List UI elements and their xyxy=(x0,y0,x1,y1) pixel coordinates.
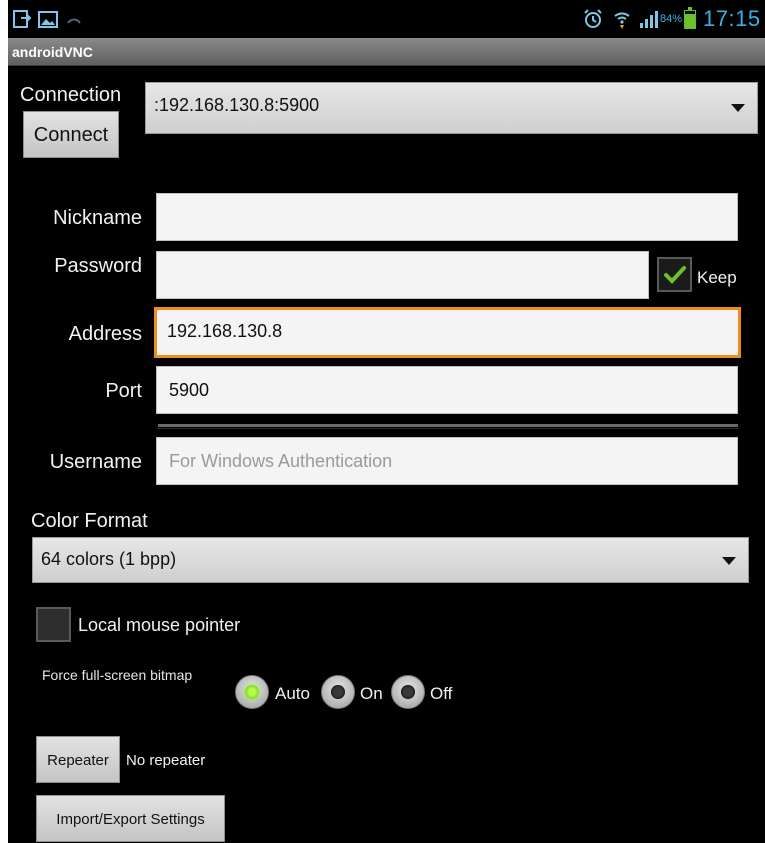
signal-icon xyxy=(640,11,658,28)
address-field[interactable]: 192.168.130.8 xyxy=(154,307,741,358)
status-bar: 84% 17:15 xyxy=(8,0,765,38)
color-format-value: 64 colors (1 bpp) xyxy=(41,549,177,569)
radio-off-label: Off xyxy=(430,684,453,703)
sync-icon xyxy=(67,18,81,24)
keep-label: Keep xyxy=(697,268,737,287)
usb-icon xyxy=(13,10,32,28)
nickname-label: Nickname xyxy=(53,207,142,229)
chevron-down-icon xyxy=(722,557,736,565)
clock: 17:15 xyxy=(703,6,761,31)
battery-icon xyxy=(684,7,696,29)
fullscreen-bitmap-label: Force full-screen bitmap xyxy=(42,667,193,683)
divider xyxy=(158,424,738,427)
repeater-status: No repeater xyxy=(126,752,206,769)
username-label: Username xyxy=(49,451,142,473)
connection-value: :192.168.130.8:5900 xyxy=(154,95,320,115)
username-field[interactable]: For Windows Authentication xyxy=(156,437,738,485)
screen: 84% 17:15 androidVNC Connection :192.168… xyxy=(8,0,765,843)
radio-auto-label: Auto xyxy=(275,684,310,703)
local-mouse-checkbox[interactable] xyxy=(36,607,71,642)
repeater-button[interactable]: Repeater xyxy=(36,736,120,783)
import-export-button[interactable]: Import/Export Settings xyxy=(36,795,225,842)
address-label: Address xyxy=(68,323,142,345)
wifi-icon xyxy=(614,12,630,29)
app-title: androidVNC xyxy=(12,44,93,60)
connection-label: Connection xyxy=(20,84,122,106)
radio-auto[interactable] xyxy=(235,675,269,709)
username-placeholder: For Windows Authentication xyxy=(169,451,393,471)
radio-off[interactable] xyxy=(391,675,425,709)
checkmark-icon xyxy=(664,266,686,284)
battery-percent: 84% xyxy=(660,13,683,25)
password-label: Password xyxy=(54,255,142,277)
address-value: 192.168.130.8 xyxy=(167,321,283,341)
title-bar: androidVNC xyxy=(8,38,765,66)
divider xyxy=(158,428,738,429)
radio-on-label: On xyxy=(360,684,383,703)
alarm-icon xyxy=(584,9,602,28)
keep-checkbox[interactable] xyxy=(657,257,692,292)
chevron-down-icon xyxy=(731,104,745,112)
port-value: 5900 xyxy=(169,380,210,400)
nickname-field[interactable] xyxy=(156,193,738,241)
port-field[interactable]: 5900 xyxy=(156,366,738,414)
connect-button[interactable]: Connect xyxy=(23,111,119,158)
password-field[interactable] xyxy=(156,251,649,299)
local-mouse-label: Local mouse pointer xyxy=(78,615,241,635)
radio-on[interactable] xyxy=(321,675,355,709)
gallery-icon xyxy=(38,11,58,28)
connection-spinner[interactable]: :192.168.130.8:5900 xyxy=(145,82,758,134)
color-format-spinner[interactable]: 64 colors (1 bpp) xyxy=(32,537,749,583)
color-format-label: Color Format xyxy=(31,510,148,532)
port-label: Port xyxy=(105,380,142,402)
